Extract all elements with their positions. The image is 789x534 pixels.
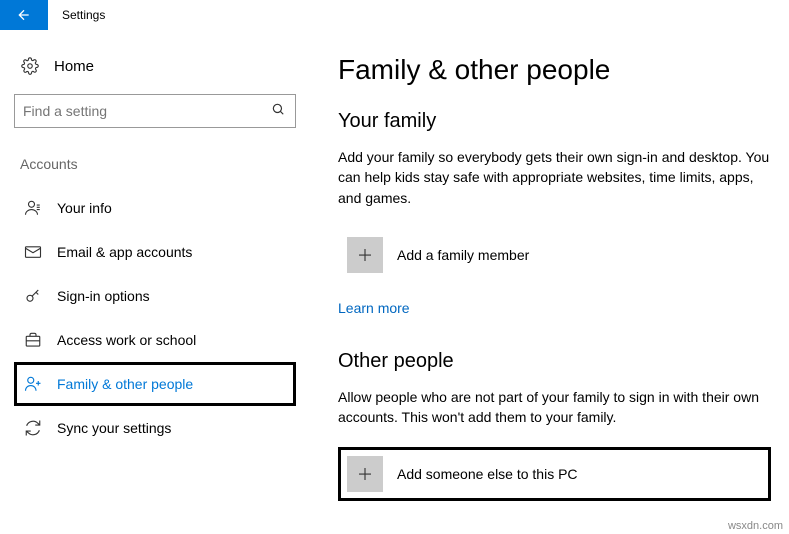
nav-label: Sign-in options — [57, 288, 150, 304]
family-icon — [23, 374, 43, 394]
titlebar: Settings — [0, 0, 789, 30]
family-description: Add your family so everybody gets their … — [338, 147, 771, 208]
person-icon — [23, 198, 43, 218]
app-title: Settings — [48, 8, 105, 22]
nav-home[interactable]: Home — [14, 44, 296, 88]
gear-icon — [20, 56, 40, 76]
nav-sync[interactable]: Sync your settings — [14, 406, 296, 450]
search-box[interactable] — [14, 94, 296, 128]
section-other-people: Other people — [338, 350, 771, 373]
section-your-family: Your family — [338, 110, 771, 133]
add-someone-else[interactable]: Add someone else to this PC — [338, 447, 771, 501]
key-icon — [23, 286, 43, 306]
mail-icon — [23, 242, 43, 262]
nav-home-label: Home — [54, 58, 94, 75]
briefcase-icon — [23, 330, 43, 350]
watermark: wsxdn.com — [728, 520, 783, 532]
sidebar: Home Accounts Your info Email & app acco… — [0, 30, 310, 534]
nav-label: Access work or school — [57, 332, 196, 348]
plus-icon — [347, 237, 383, 273]
nav-family-other[interactable]: Family & other people — [14, 362, 296, 406]
add-family-label: Add a family member — [397, 247, 529, 263]
arrow-left-icon — [16, 7, 32, 23]
nav-email-accounts[interactable]: Email & app accounts — [14, 230, 296, 274]
nav-label: Sync your settings — [57, 420, 171, 436]
nav-label: Family & other people — [57, 376, 193, 392]
back-button[interactable] — [0, 0, 48, 30]
search-input[interactable] — [23, 103, 271, 119]
nav-signin-options[interactable]: Sign-in options — [14, 274, 296, 318]
other-description: Allow people who are not part of your fa… — [338, 387, 771, 428]
add-family-member[interactable]: Add a family member — [338, 228, 771, 282]
add-other-label: Add someone else to this PC — [397, 466, 578, 482]
main-panel: Family & other people Your family Add yo… — [310, 30, 789, 534]
nav-label: Email & app accounts — [57, 244, 192, 260]
page-title: Family & other people — [338, 54, 771, 86]
sync-icon — [23, 418, 43, 438]
category-header: Accounts — [14, 156, 296, 172]
nav-your-info[interactable]: Your info — [14, 186, 296, 230]
search-icon — [271, 102, 287, 121]
nav-access-work[interactable]: Access work or school — [14, 318, 296, 362]
learn-more-link[interactable]: Learn more — [338, 300, 410, 316]
plus-icon — [347, 456, 383, 492]
nav-label: Your info — [57, 200, 112, 216]
